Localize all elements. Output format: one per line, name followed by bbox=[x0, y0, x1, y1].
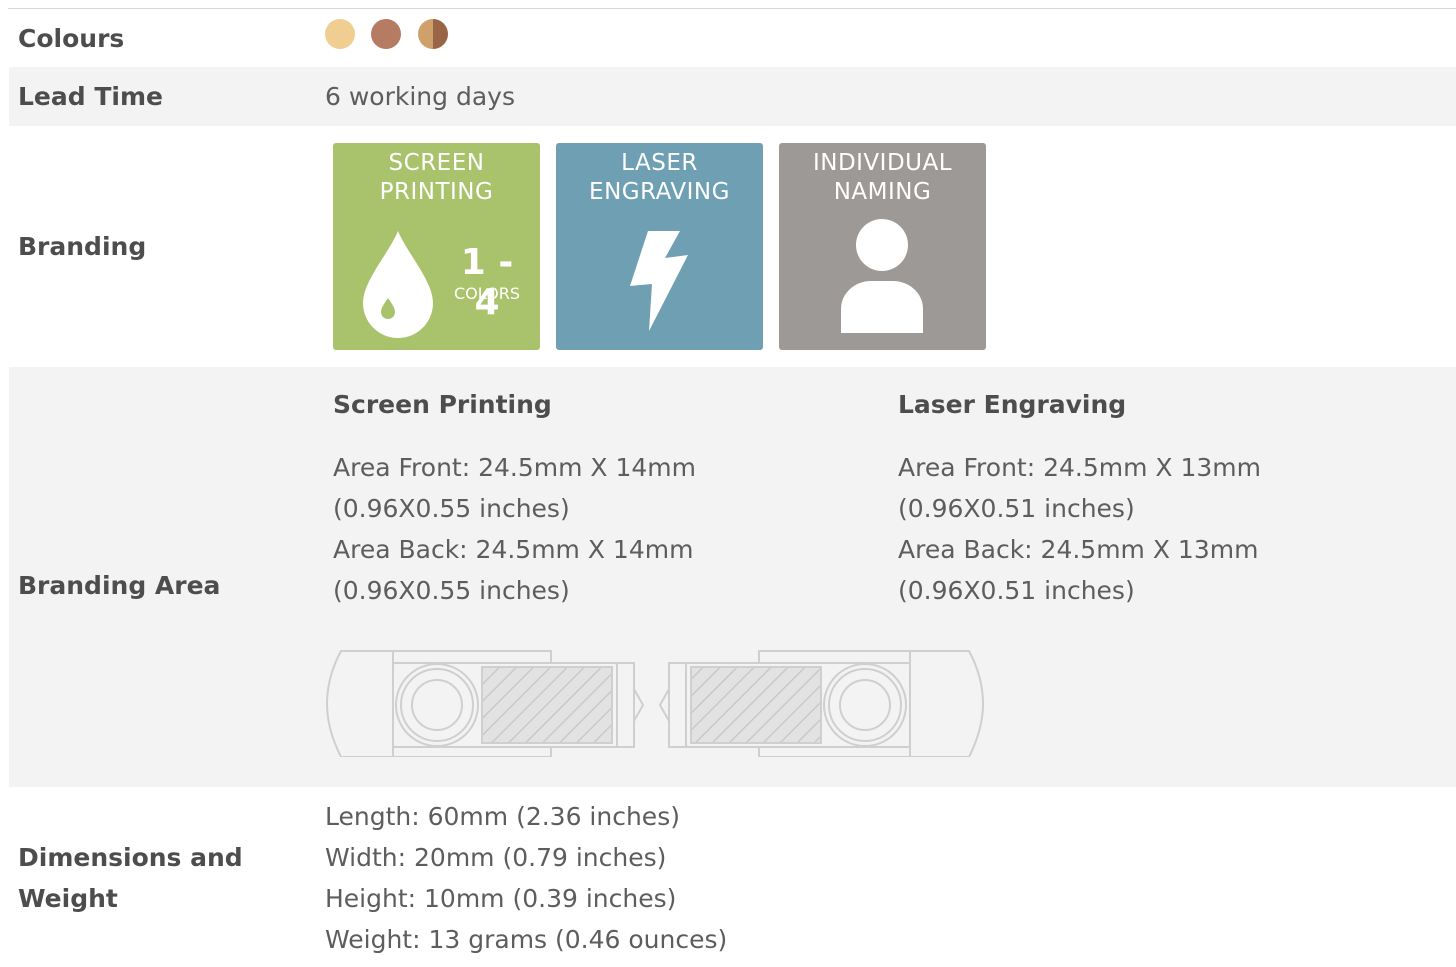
lead-time-value: 6 working days bbox=[325, 82, 515, 111]
laser-engraving-areas: Area Front: 24.5mm X 13mm (0.96X0.51 inc… bbox=[898, 447, 1398, 611]
laser-area-back: Area Back: 24.5mm X 13mm (0.96X0.51 inch… bbox=[898, 535, 1259, 605]
branding-label: Branding bbox=[18, 232, 147, 261]
color-count-unit: COLORS bbox=[454, 284, 520, 303]
branding-area-label: Branding Area bbox=[18, 571, 221, 600]
dimensions-label-line2: Weight bbox=[18, 884, 118, 913]
screen-printing-areas: Area Front: 24.5mm X 14mm (0.96X0.55 inc… bbox=[333, 447, 833, 611]
screen-area-back: Area Back: 24.5mm X 14mm (0.96X0.55 inch… bbox=[333, 535, 694, 605]
colours-label: Colours bbox=[18, 24, 125, 53]
color-count: 1 - 4 bbox=[460, 242, 514, 323]
dim-width: Width: 20mm (0.79 inches) bbox=[325, 843, 667, 872]
colour-swatch-two-tone-wood[interactable] bbox=[418, 19, 448, 49]
row-branding: Branding SCREEN PRINTING 1 - 4 COLORS LA… bbox=[9, 126, 1456, 367]
product-spec-table: Colours Lead Time 6 working days Brandin… bbox=[8, 8, 1456, 954]
usb-branding-area-diagram bbox=[325, 650, 985, 757]
dimensions-label: Dimensions and Weight bbox=[18, 837, 243, 919]
lead-time-label: Lead Time bbox=[18, 82, 163, 111]
branding-tile-individual-naming[interactable]: INDIVIDUAL NAMING bbox=[779, 143, 986, 350]
colour-swatch-dark-wood[interactable] bbox=[371, 19, 401, 49]
dim-height: Height: 10mm (0.39 inches) bbox=[325, 884, 677, 913]
screen-printing-heading: Screen Printing bbox=[333, 390, 552, 419]
row-colours: Colours bbox=[9, 9, 1456, 67]
branding-tile-laser-engraving[interactable]: LASER ENGRAVING bbox=[556, 143, 763, 350]
laser-engraving-heading: Laser Engraving bbox=[898, 390, 1127, 419]
lightning-bolt-icon bbox=[630, 231, 688, 331]
dim-weight: Weight: 13 grams (0.46 ounces) bbox=[325, 925, 728, 954]
row-lead-time: Lead Time 6 working days bbox=[9, 67, 1456, 126]
row-branding-area: Branding Area Screen Printing Area Front… bbox=[9, 367, 1456, 787]
dimensions-values: Length: 60mm (2.36 inches) Width: 20mm (… bbox=[325, 796, 727, 960]
colour-swatch-light-wood[interactable] bbox=[325, 19, 355, 49]
dim-length: Length: 60mm (2.36 inches) bbox=[325, 802, 680, 831]
screen-area-front: Area Front: 24.5mm X 14mm (0.96X0.55 inc… bbox=[333, 453, 696, 523]
row-dimensions-weight: Dimensions and Weight Length: 60mm (2.36… bbox=[9, 787, 1456, 967]
dimensions-label-line1: Dimensions and bbox=[18, 843, 243, 872]
laser-area-front: Area Front: 24.5mm X 13mm (0.96X0.51 inc… bbox=[898, 453, 1261, 523]
branding-tile-screen-printing[interactable]: SCREEN PRINTING 1 - 4 COLORS bbox=[333, 143, 540, 350]
person-icon bbox=[841, 219, 923, 333]
